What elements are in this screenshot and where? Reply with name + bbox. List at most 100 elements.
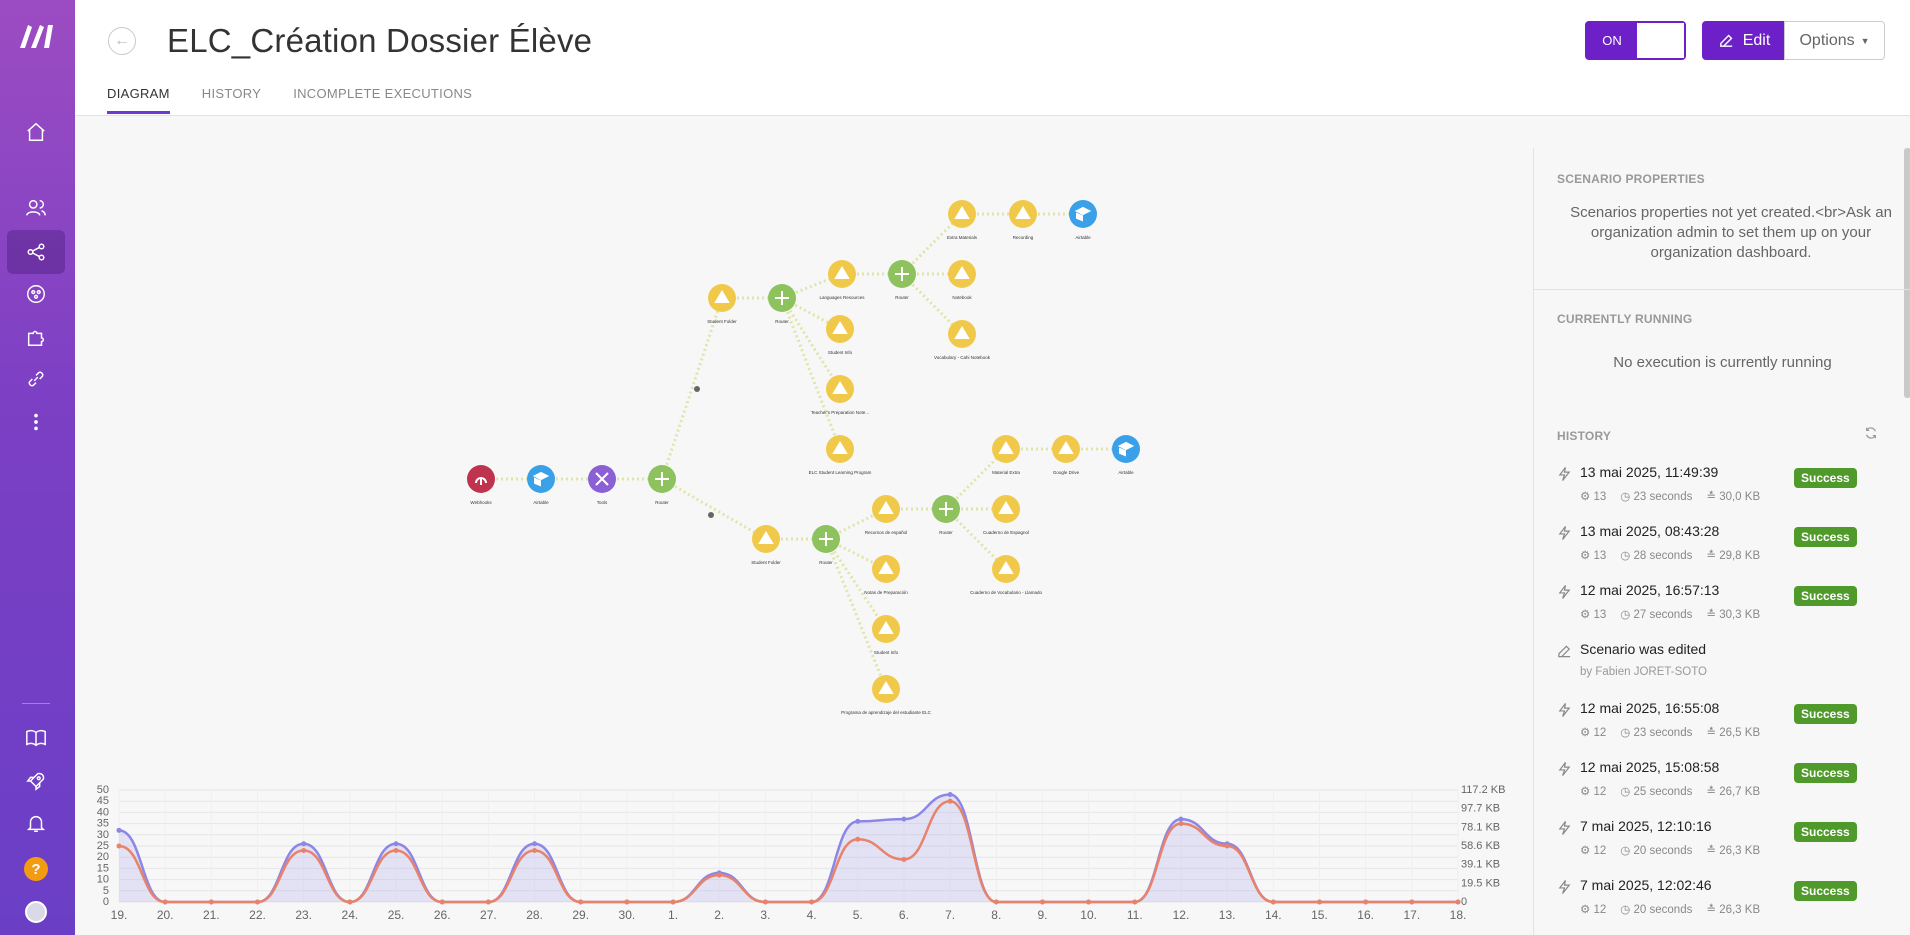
module-studentfolder1[interactable]: Student Folder [707, 284, 737, 324]
module-router3[interactable]: Router [888, 260, 916, 300]
connection-line[interactable] [824, 538, 888, 630]
data-point[interactable] [1316, 899, 1322, 905]
data-point[interactable] [855, 818, 861, 824]
module-teacherprep[interactable]: Teacher's Preparation Note... [811, 375, 869, 415]
data-point[interactable] [393, 841, 399, 847]
apps-icon[interactable] [7, 315, 65, 359]
data-point[interactable] [1178, 821, 1184, 827]
bell-icon[interactable] [7, 801, 65, 845]
scenarios-icon[interactable] [7, 230, 65, 274]
help-icon[interactable]: ? [24, 857, 48, 881]
module-cuaderno[interactable]: Cuaderno de Espagnol [983, 495, 1029, 535]
data-point[interactable] [901, 816, 907, 822]
history-item-edited[interactable]: Scenario was edited by Fabien JORET-SOTO [1557, 641, 1897, 697]
scenario-toggle[interactable]: ON [1585, 21, 1686, 60]
module-airtable1[interactable]: Airtable [527, 465, 555, 505]
history-item[interactable]: 12 mai 2025, 15:08:58 ⚙ 12 ◷ 25 seconds ≛ 2… [1557, 759, 1897, 815]
connection-line[interactable] [660, 297, 724, 480]
data-point[interactable] [624, 899, 630, 905]
module-router2[interactable]: Router [768, 284, 796, 324]
connection-line[interactable] [780, 297, 842, 390]
filter-icon[interactable] [694, 386, 700, 392]
data-point[interactable] [1363, 899, 1369, 905]
module-router4[interactable]: Router [812, 525, 840, 565]
data-point[interactable] [532, 847, 538, 853]
data-point[interactable] [301, 847, 307, 853]
connections-icon[interactable] [7, 357, 65, 401]
data-point[interactable] [393, 847, 399, 853]
scenario-diagram[interactable]: Webhooks Airtable Tools Router Student Folde… [75, 117, 1533, 777]
data-point[interactable] [485, 899, 491, 905]
history-item[interactable]: 12 mai 2025, 16:55:08 ⚙ 12 ◷ 23 seconds ≛ 2… [1557, 700, 1897, 756]
edit-button[interactable]: Edit [1702, 21, 1786, 60]
data-point[interactable] [1178, 816, 1184, 822]
tab-history[interactable]: HISTORY [202, 86, 261, 114]
docs-icon[interactable] [7, 716, 65, 760]
connection-line[interactable] [661, 477, 767, 541]
module-studentinfo2[interactable]: Student Info [872, 615, 900, 655]
data-point[interactable] [301, 841, 307, 847]
data-point[interactable] [1270, 899, 1276, 905]
module-materialextra[interactable]: Material Extra [992, 435, 1020, 475]
team-icon[interactable] [7, 186, 65, 230]
refresh-icon[interactable] [1864, 426, 1878, 440]
tab-incomplete-executions[interactable]: INCOMPLETE EXECUTIONS [293, 86, 472, 114]
data-point[interactable] [993, 899, 999, 905]
module-notebook[interactable]: Notebook [948, 260, 976, 300]
rocket-icon[interactable] [7, 759, 65, 803]
tab-diagram[interactable]: DIAGRAM [107, 86, 170, 114]
data-point[interactable] [855, 836, 861, 842]
data-point[interactable] [1039, 899, 1045, 905]
history-item[interactable]: 7 mai 2025, 12:02:46 ⚙ 12 ◷ 20 seconds ≛ 26… [1557, 877, 1897, 933]
data-point[interactable] [901, 856, 907, 862]
data-point[interactable] [670, 899, 676, 905]
data-point[interactable] [347, 899, 353, 905]
module-extramat[interactable]: Extra Materials [947, 200, 978, 240]
module-studentfolder2[interactable]: Student Folder [751, 525, 781, 565]
make-logo-icon[interactable] [18, 22, 56, 50]
data-point[interactable] [762, 899, 768, 905]
module-airtable2[interactable]: Airtable [1069, 200, 1097, 240]
data-point[interactable] [947, 798, 953, 804]
module-router1[interactable]: Router [648, 465, 676, 505]
module-studentinfo1[interactable]: Student Info [826, 315, 854, 355]
data-point[interactable] [208, 899, 214, 905]
module-langres[interactable]: Languages Resources [819, 260, 865, 300]
module-airtable3[interactable]: Airtable [1112, 435, 1140, 475]
data-point[interactable] [1132, 899, 1138, 905]
data-point[interactable] [947, 791, 953, 797]
module-notasprep[interactable]: Notas de Preparación [864, 555, 908, 595]
module-tools[interactable]: Tools [588, 465, 616, 505]
back-arrow-icon[interactable]: ← [108, 27, 136, 55]
filter-icon[interactable] [708, 512, 714, 518]
data-point[interactable] [116, 843, 122, 849]
templates-icon[interactable] [7, 272, 65, 316]
module-elcprogram[interactable]: ELC Student Learning Program [809, 435, 872, 475]
history-item[interactable]: 7 mai 2025, 12:10:16 ⚙ 12 ◷ 20 seconds ≛ 26… [1557, 818, 1897, 874]
module-router5[interactable]: Router [932, 495, 960, 535]
more-icon[interactable] [7, 400, 65, 444]
data-point[interactable] [439, 899, 445, 905]
data-point[interactable] [255, 899, 261, 905]
module-vocab1[interactable]: Vocabulary - Cahi Notebook [934, 320, 991, 360]
module-programa[interactable]: Programa de aprendizaje del estudiante E… [841, 675, 932, 715]
history-item[interactable]: 13 mai 2025, 11:49:39 ⚙ 13 ◷ 23 seconds ≛ 3… [1557, 464, 1897, 520]
module-webhook[interactable]: Webhooks [467, 465, 495, 505]
history-item[interactable]: 12 mai 2025, 16:57:13 ⚙ 13 ◷ 27 seconds ≛ 3… [1557, 582, 1897, 638]
data-point[interactable] [1086, 899, 1092, 905]
module-grabacion[interactable]: Google Drive [1052, 435, 1080, 475]
data-point[interactable] [532, 841, 538, 847]
data-point[interactable] [809, 899, 815, 905]
module-cuadernovoc[interactable]: Cuaderno de Vocabulario - Llamado [970, 555, 1043, 595]
data-point[interactable] [162, 899, 168, 905]
options-button[interactable]: Options ▼ [1784, 21, 1885, 60]
data-point[interactable] [1455, 899, 1461, 905]
data-point[interactable] [1409, 899, 1415, 905]
avatar[interactable] [25, 901, 47, 923]
history-item[interactable]: 13 mai 2025, 08:43:28 ⚙ 13 ◷ 28 seconds ≛ 2… [1557, 523, 1897, 579]
data-point[interactable] [116, 827, 122, 833]
module-recording[interactable]: Recording [1009, 200, 1037, 240]
data-point[interactable] [578, 899, 584, 905]
home-icon[interactable] [7, 110, 65, 154]
data-point[interactable] [716, 872, 722, 878]
